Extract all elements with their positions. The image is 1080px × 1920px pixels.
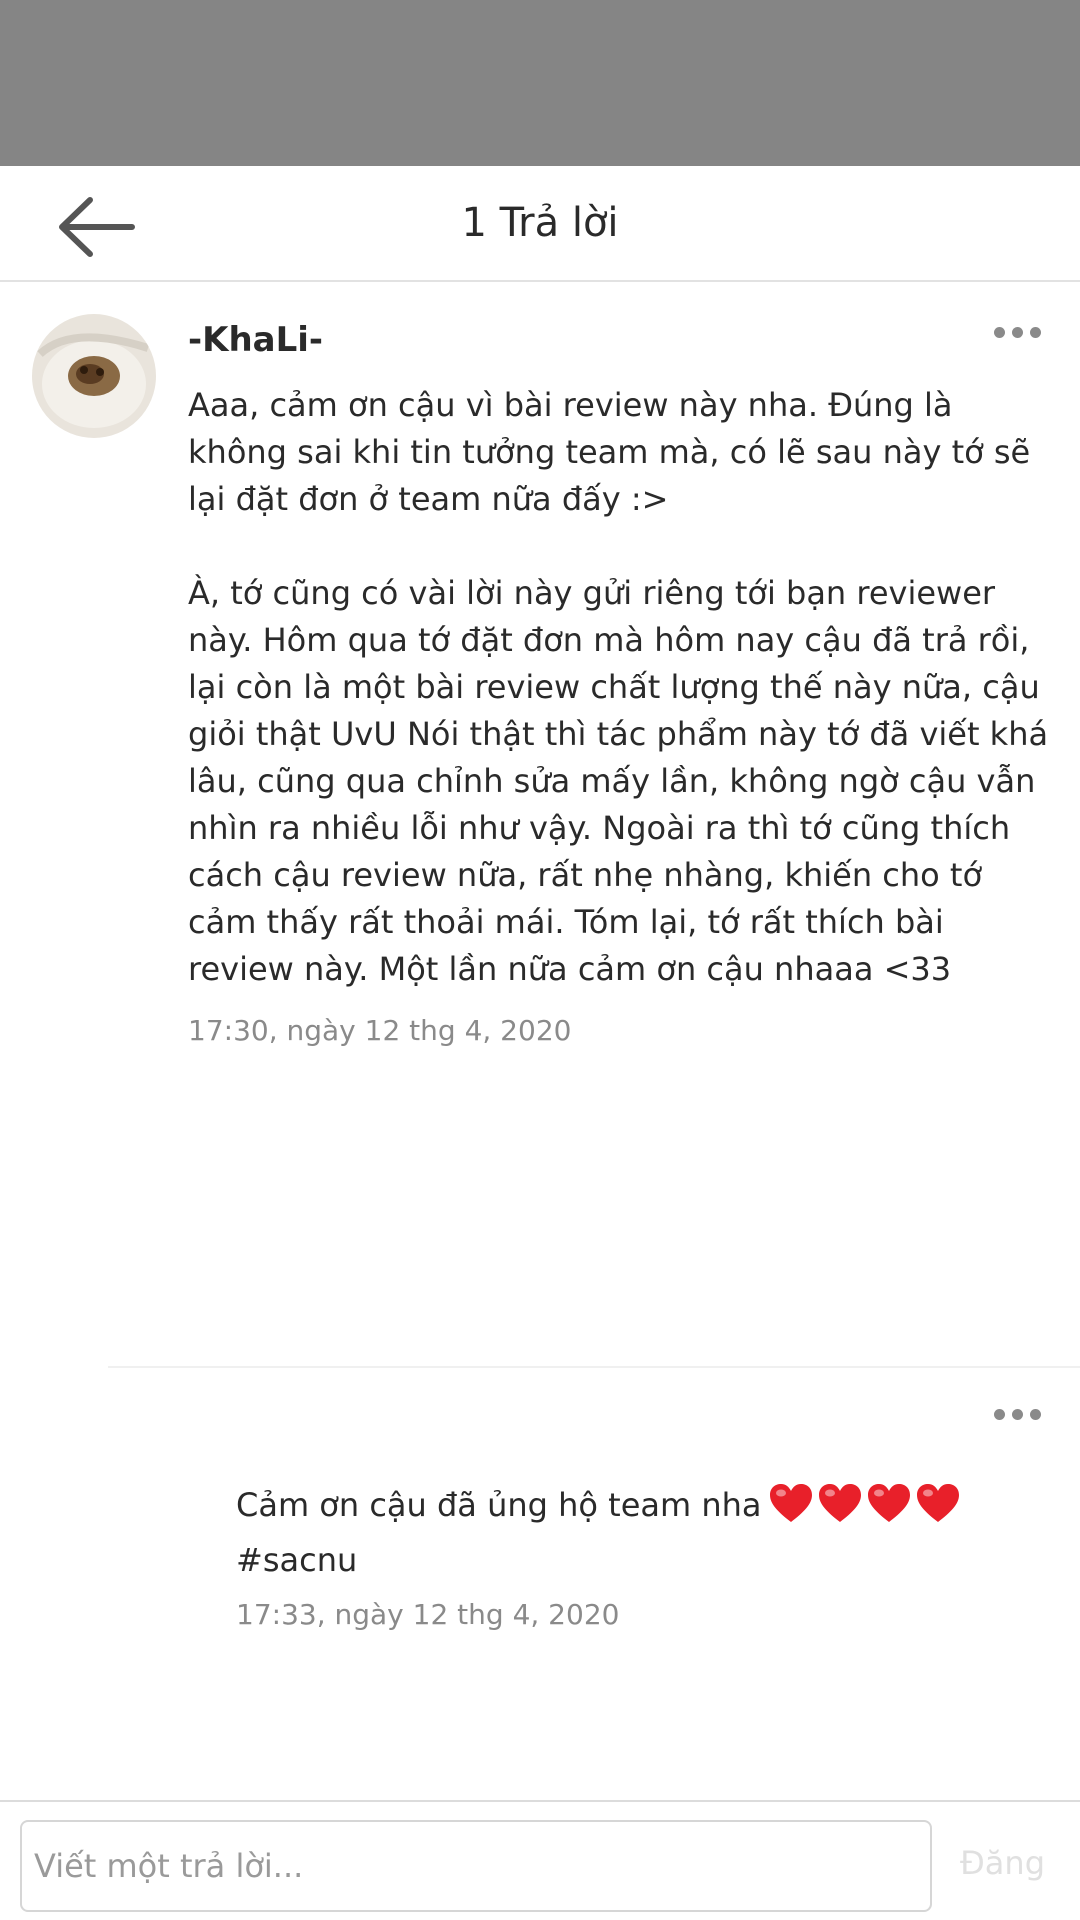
more-dot-icon: [1030, 1409, 1041, 1420]
more-dot-icon: [1012, 1409, 1023, 1420]
reply-hashtag[interactable]: #sacnu: [236, 1541, 357, 1579]
divider: [108, 1366, 1080, 1368]
heart-icon: [866, 1482, 912, 1524]
comment-author[interactable]: -KhaLi-: [188, 320, 323, 360]
comment-more-button[interactable]: [994, 318, 1050, 348]
more-dot-icon: [994, 1409, 1005, 1420]
more-dot-icon: [1012, 327, 1023, 338]
heart-icon: [915, 1482, 961, 1524]
status-bar: [0, 0, 1080, 166]
avatar[interactable]: [32, 314, 156, 438]
avatar-image: [32, 314, 156, 438]
more-dot-icon: [994, 327, 1005, 338]
post-button[interactable]: Đăng: [960, 1844, 1045, 1882]
reply-text: Cảm ơn cậu đã ủng hộ team nha: [236, 1486, 762, 1524]
reply-body: Cảm ơn cậu đã ủng hộ team nha #sacnu: [236, 1482, 1036, 1584]
reply-composer: Đăng: [0, 1800, 1080, 1920]
more-dot-icon: [1030, 327, 1041, 338]
comment-timestamp: 17:30, ngày 12 thg 4, 2020: [188, 1014, 572, 1047]
comment-body: Aaa, cảm ơn cậu vì bài review này nha. Đ…: [188, 386, 1049, 988]
header: 1 Trả lời: [0, 166, 1080, 282]
hearts: [768, 1482, 964, 1537]
heart-icon: [768, 1482, 814, 1524]
reply-timestamp: 17:33, ngày 12 thg 4, 2020: [236, 1598, 620, 1631]
heart-icon: [817, 1482, 863, 1524]
page-title: 1 Trả lời: [461, 200, 619, 246]
reply-more-button[interactable]: [994, 1400, 1050, 1430]
reply-input[interactable]: [20, 1820, 932, 1912]
